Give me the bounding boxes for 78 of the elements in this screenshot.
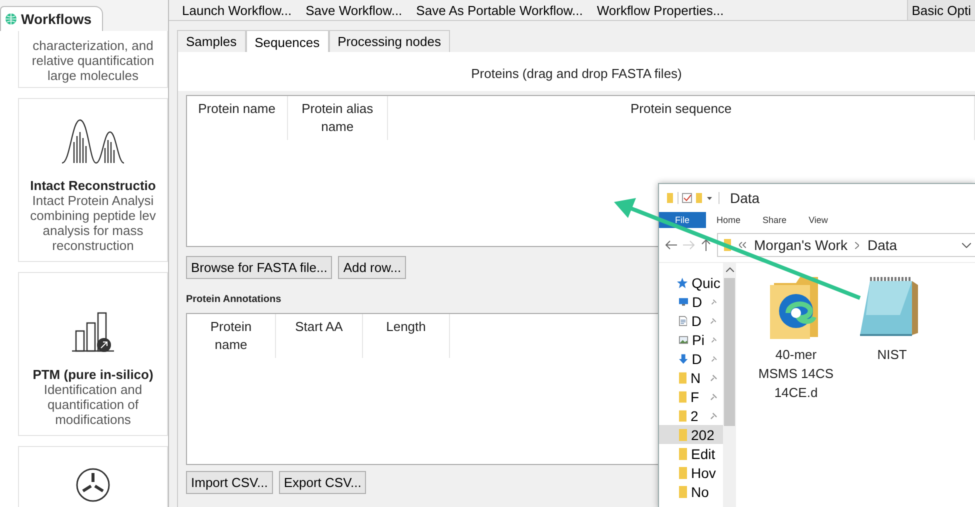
nav-item[interactable]: D [659,292,723,311]
toolbar-button[interactable]: Save As Portable Workflow... [409,0,590,20]
ribbon-tab[interactable]: Share [752,212,798,228]
peaks-icon [62,118,124,164]
workflow-description: characterization, and [32,38,154,53]
workflow-description: modifications [55,412,131,427]
up-arrow-icon[interactable] [701,239,711,251]
folder-icon [679,448,687,460]
workflow-title: PTM (pure in-silico) [32,367,154,382]
workflow-description: Identification and [44,382,142,397]
down-arrow-icon [679,352,688,364]
toolbar-button[interactable]: Launch Workflow... [175,0,299,20]
options-button[interactable]: Basic Opti [906,0,975,20]
folder-icon [679,390,686,402]
column-header[interactable]: Protein name [187,314,276,358]
workflow-card[interactable]: characterization, and relative quantification large molecules [18,31,168,88]
workflow-card[interactable]: PTM (pure in-silico) Identification and quantification of modifications [18,272,168,436]
ribbon-tab[interactable]: View [798,212,839,228]
scroll-up-icon[interactable] [726,267,734,272]
tab[interactable]: Samples [177,30,246,52]
scrollbar[interactable] [723,263,736,507]
nav-item[interactable]: No [659,482,723,501]
monitor-icon [679,296,688,307]
workflow-card[interactable]: Intact Reconstructio Intact Protein Analysi combining peptide lev analysis for mass reconstruction [18,98,168,262]
folder-icon [679,486,687,498]
back-arrow-icon[interactable] [665,240,677,250]
scroll-thumb[interactable] [724,278,735,426]
dropdown-icon[interactable] [962,242,971,248]
overflow-chevron-icon [739,242,746,248]
document-icon [679,314,688,326]
workflows-tab-label: Workflows [21,11,92,27]
column-header[interactable]: Protein name [187,96,288,140]
nav-item[interactable]: F [659,387,723,406]
chevron-icon [855,242,860,248]
folder-icon [679,410,686,422]
folder-icon [679,428,687,440]
folder-icon [679,466,687,478]
workflows-tab[interactable]: Workflows [0,6,103,31]
nav-item[interactable]: Edit [659,444,723,463]
nav-item[interactable]: Quic [659,273,723,292]
globe-icon [5,13,17,25]
nav-item[interactable]: Pi [659,330,723,349]
action-button[interactable]: Browse for FASTA file... [186,256,332,279]
bar-chart-icon [72,311,114,353]
nav-item[interactable]: 2 [659,406,723,425]
nav-item[interactable]: D [659,349,723,368]
address-bar[interactable]: Morgan's Work Data [717,233,975,257]
workflow-title: Intact Reconstructio [30,178,156,193]
column-header[interactable]: Length [363,314,450,358]
radial-icon [75,467,111,503]
nav-item[interactable]: 202 [659,425,723,444]
nav-item[interactable]: N [659,368,723,387]
action-button[interactable]: Export CSV... [278,471,366,494]
workflow-description: relative quantification [32,53,154,68]
nav-item[interactable]: Hov [659,463,723,482]
window-title: Data [730,190,760,206]
workflow-description: analysis for mass [42,223,144,238]
action-button[interactable]: Add row... [338,256,406,279]
workflow-description: combining peptide lev [30,208,156,223]
tab[interactable]: Sequences [246,30,329,53]
workflow-description: large molecules [47,68,139,83]
workflow-description: Intact Protein Analysi [32,193,154,208]
annotations-title: Protein Annotations [186,294,282,305]
picture-icon [679,334,688,344]
ribbon-tab[interactable]: Home [706,212,752,228]
column-header[interactable]: Protein alias name [288,96,388,140]
toolbar-button[interactable]: Save Workflow... [298,0,410,20]
proteins-title: Proteins (drag and drop FASTA files) [470,65,683,83]
folder-icon [679,372,686,384]
column-header[interactable]: Protein sequence [388,96,975,140]
column-header[interactable]: Start AA [276,314,363,358]
tab[interactable]: Processing nodes [328,30,450,52]
workflow-description: quantification of [47,397,139,412]
nav-item[interactable]: D [659,311,723,330]
action-button[interactable]: Import CSV... [186,471,273,494]
star-icon [677,276,688,288]
workflow-description: reconstruction [52,238,134,253]
toolbar-button[interactable]: Workflow Properties... [590,0,731,20]
